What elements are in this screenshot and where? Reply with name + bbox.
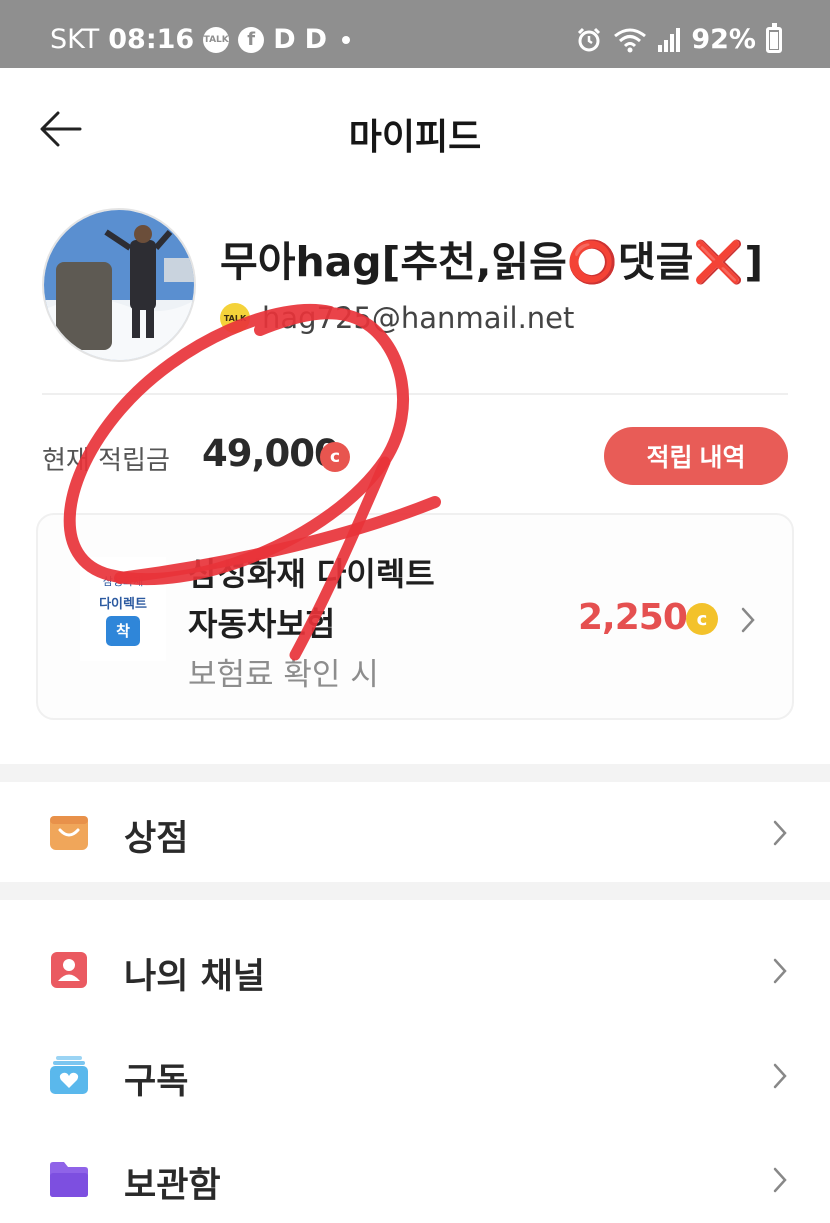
avatar-photo [44,210,194,360]
kakaotalk-notification-icon: TALK [203,26,230,53]
menu-label-storage: 보관함 [124,1166,221,1206]
chevron-right-icon [773,1063,787,1089]
wifi-icon [614,28,647,52]
profile-name: 무아hag[추천,읽음⭕댓글❌] [220,238,764,286]
logo-line2: 다이렉트 [99,596,147,612]
menu-item-storage[interactable]: 보관함 [0,1123,830,1223]
menu-item-subscribe[interactable]: 구독 [0,1025,830,1125]
more-notifications-dot [342,35,351,44]
ad-subtitle: 보험료 확인 시 [188,657,379,693]
battery-icon [766,22,782,53]
facebook-notification-icon: f [238,26,265,53]
status-bar: SKT 08:16 TALK f D D 92% [0,0,830,68]
account-row: TALK hag725@hanmail.net [220,301,574,335]
section-divider-2 [0,882,830,900]
kakao-talk-icon: TALK [220,303,250,333]
folder-icon [50,1162,88,1197]
points-history-button[interactable]: 적립 내역 [604,427,788,485]
points-value: 49,000 [202,432,340,475]
page-title: 마이피드 [348,117,482,158]
menu-label-store: 상점 [124,819,189,859]
logo-badge: 착 [106,615,140,646]
chevron-right-icon [773,1167,787,1193]
ad-card[interactable]: 삼성화재 다이렉트 착 삼성화재 다이렉트 자동차보험 보험료 확인 시 2,2… [36,513,794,720]
ad-title-line1: 삼성화재 다이렉트 [188,555,435,593]
ad-title-line2: 자동차보험 [188,605,336,643]
app-header: 마이피드 [0,68,830,188]
chevron-right-icon [773,820,787,846]
menu-item-my-channel[interactable]: 나의 채널 [0,920,830,1020]
insurance-logo: 삼성화재 다이렉트 착 [80,557,166,661]
carrier-label: SKT [50,24,100,55]
menu-item-store[interactable]: 상점 [0,782,830,882]
d-app-notification-icon: D [273,24,296,55]
d-app-notification-icon-2: D [304,24,328,55]
profile-divider [42,393,788,395]
clock: 08:16 [108,24,195,55]
alarm-icon [578,27,601,51]
section-divider [0,764,830,782]
status-left: SKT 08:16 TALK f D D [50,24,351,55]
logo-line1: 삼성화재 [102,574,144,588]
points-label: 현재 적립금 [42,446,170,476]
signal-icon [658,27,681,52]
menu-label-my-channel: 나의 채널 [124,957,265,997]
account-email: hag725@hanmail.net [262,301,575,335]
person-card-icon [51,952,87,988]
menu-label-subscribe: 구독 [124,1062,189,1102]
coin-icon: c [320,442,350,472]
battery-percent: 92% [691,24,756,55]
chevron-right-icon [773,958,787,984]
heart-stack-icon [50,1056,88,1094]
shopping-bag-icon [50,816,88,850]
status-right: 92% [575,22,782,55]
gold-coin-icon: c [686,603,718,635]
ad-reward: 2,250 [578,597,688,638]
chevron-right-icon [741,607,755,633]
profile-avatar[interactable] [42,208,196,362]
